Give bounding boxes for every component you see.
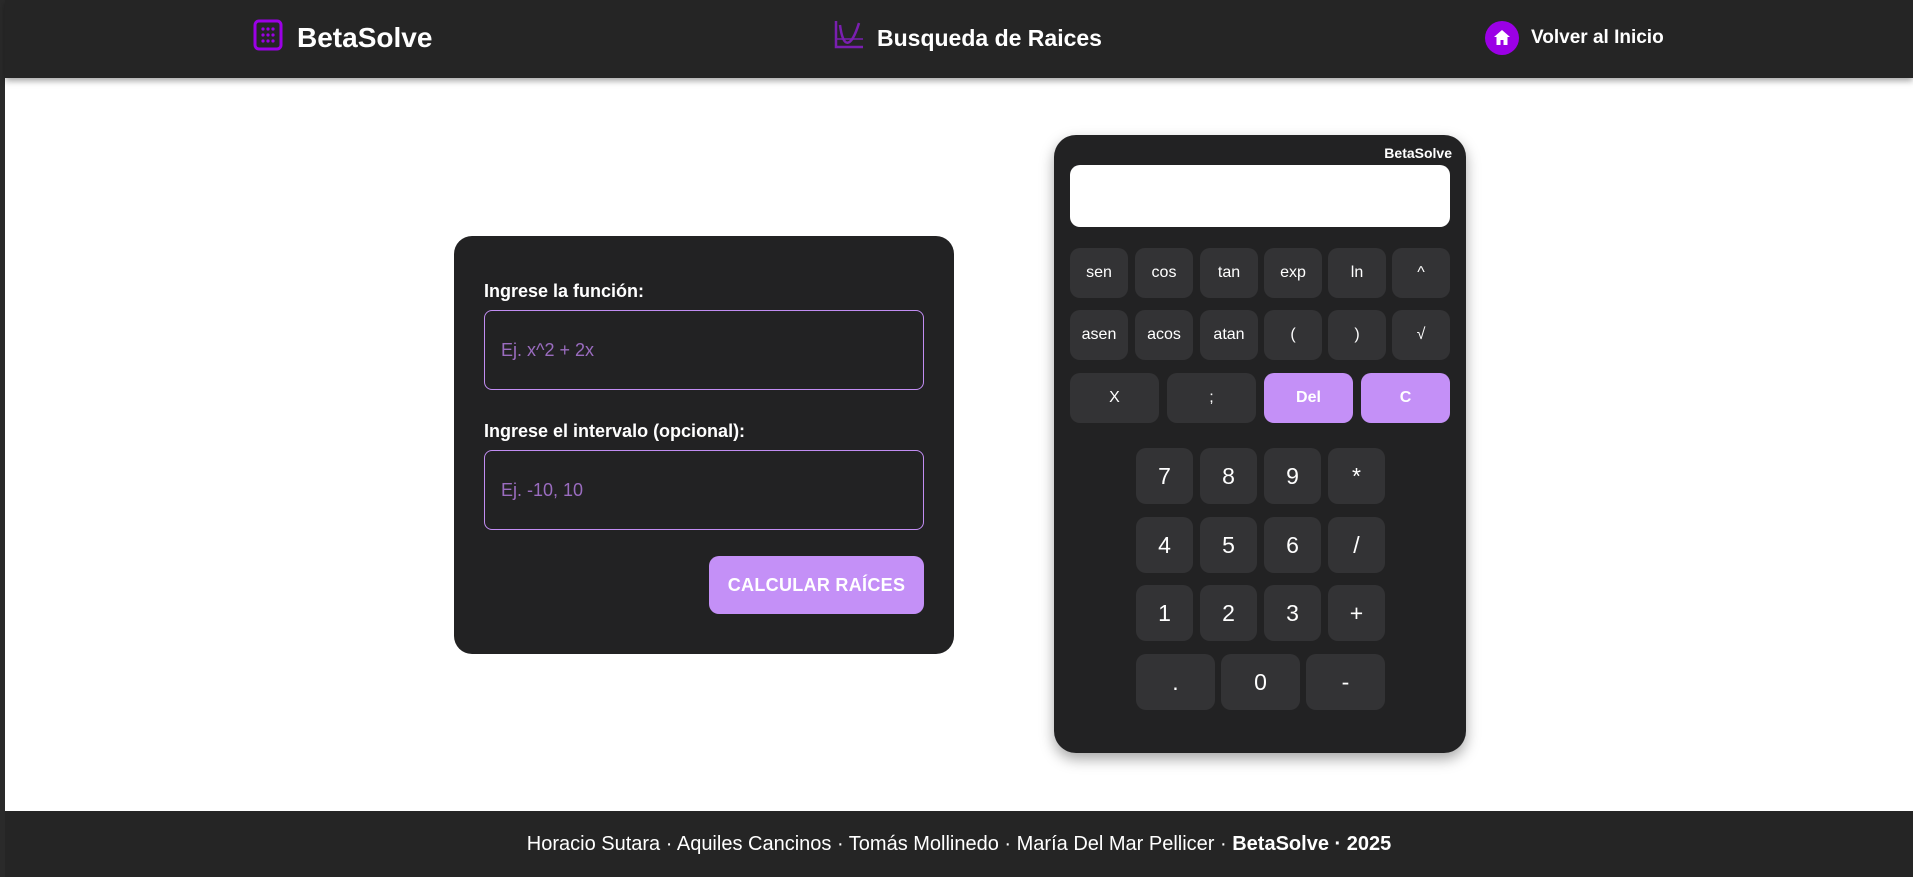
key-5[interactable]: 5 [1200,517,1257,573]
key-power[interactable]: ^ [1392,248,1450,298]
key-atan[interactable]: atan [1200,310,1258,360]
home-icon [1485,21,1519,55]
key-sen[interactable]: sen [1070,248,1128,298]
brand-logo[interactable]: BetaSolve [253,18,432,58]
key-x[interactable]: X [1070,373,1159,423]
key-sqrt[interactable]: √ [1392,310,1450,360]
section-title: Busqueda de Raices [833,18,1102,58]
interval-input[interactable] [484,450,924,530]
key-2[interactable]: 2 [1200,585,1257,641]
home-link[interactable]: Volver al Inicio [1485,18,1664,58]
calculator: BetaSolve sen cos tan exp ln ^ asen acos… [1054,135,1466,753]
key-exp[interactable]: exp [1264,248,1322,298]
key-semicolon[interactable]: ; [1167,373,1256,423]
key-cos[interactable]: cos [1135,248,1193,298]
key-ln[interactable]: ln [1328,248,1386,298]
function-graph-icon [833,19,865,57]
key-close-paren[interactable]: ) [1328,310,1386,360]
root-search-form: Ingrese la función: Ingrese el intervalo… [454,236,954,654]
key-4[interactable]: 4 [1136,517,1193,573]
key-plus[interactable]: + [1328,585,1385,641]
home-link-label: Volver al Inicio [1531,27,1664,48]
key-acos[interactable]: acos [1135,310,1193,360]
footer: Horacio Sutara · Aquiles Cancinos · Tomá… [5,811,1913,877]
key-clear[interactable]: C [1361,373,1450,423]
calculate-roots-button[interactable]: CALCULAR RAÍCES [709,556,924,614]
calculator-brand: BetaSolve [1384,145,1452,161]
calculator-display[interactable] [1070,165,1450,227]
key-delete[interactable]: Del [1264,373,1353,423]
function-label: Ingrese la función: [484,281,645,301]
key-6[interactable]: 6 [1264,517,1321,573]
page: BetaSolve Busqueda de Raices Volver al I… [5,0,1913,877]
key-9[interactable]: 9 [1264,448,1321,504]
key-multiply[interactable]: * [1328,448,1385,504]
function-input[interactable] [484,310,924,390]
calculator-grid-icon [253,19,283,58]
key-8[interactable]: 8 [1200,448,1257,504]
key-3[interactable]: 3 [1264,585,1321,641]
key-decimal[interactable]: . [1136,654,1215,710]
brand-name: BetaSolve [297,22,433,53]
key-divide[interactable]: / [1328,517,1385,573]
section-title-text: Busqueda de Raices [877,24,1102,51]
key-0[interactable]: 0 [1221,654,1300,710]
key-1[interactable]: 1 [1136,585,1193,641]
interval-label: Ingrese el intervalo (opcional): [484,421,746,441]
key-tan[interactable]: tan [1200,248,1258,298]
top-navbar: BetaSolve Busqueda de Raices Volver al I… [5,0,1913,78]
footer-authors: Horacio Sutara · Aquiles Cancinos · Tomá… [526,832,1233,855]
key-open-paren[interactable]: ( [1264,310,1322,360]
key-asen[interactable]: asen [1070,310,1128,360]
key-minus[interactable]: - [1306,654,1385,710]
key-7[interactable]: 7 [1136,448,1193,504]
footer-brand-year: BetaSolve · 2025 [1232,832,1392,855]
